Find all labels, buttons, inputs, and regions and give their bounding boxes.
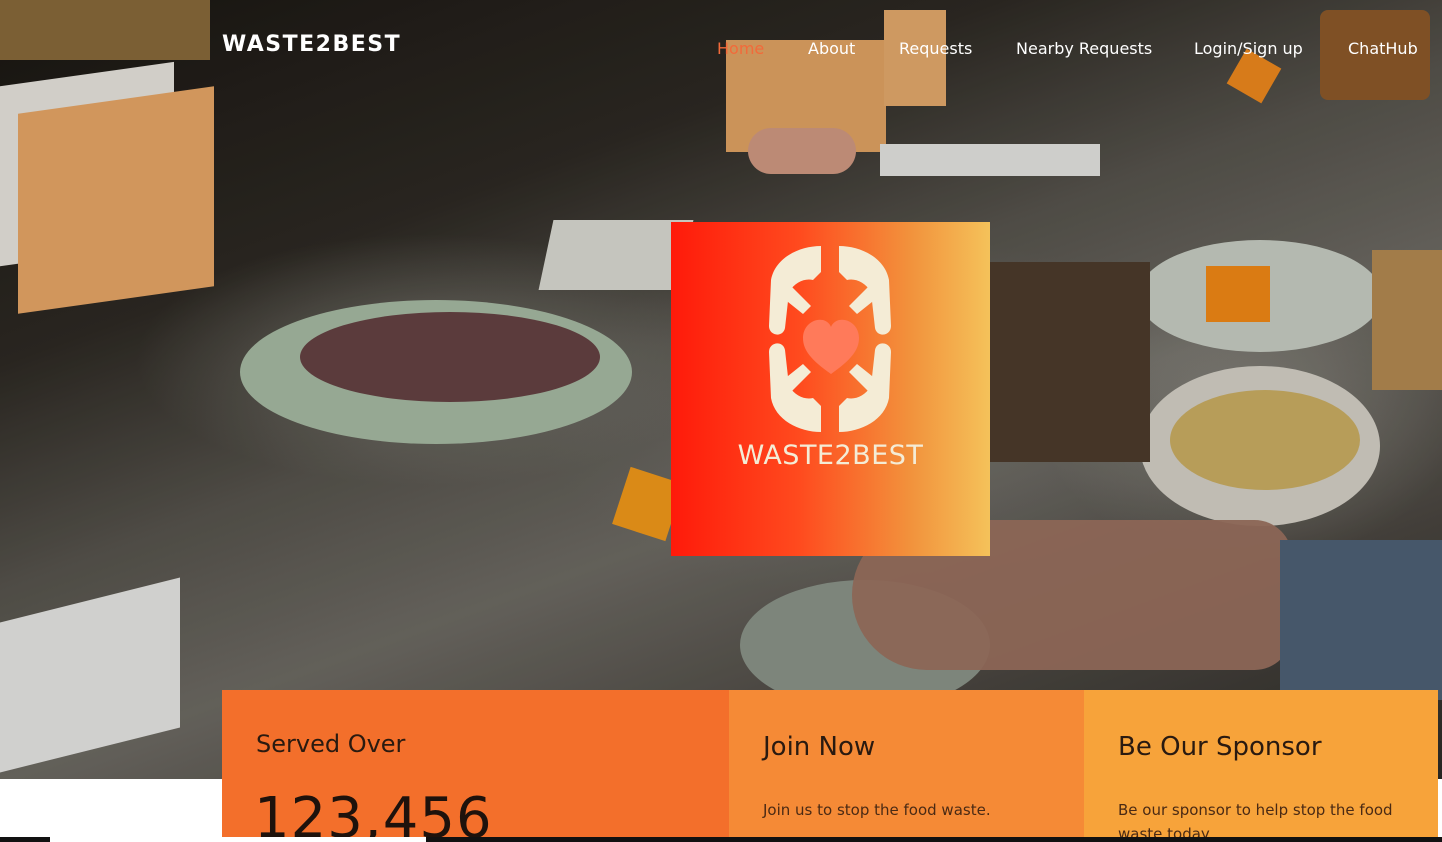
served-over-label: Served Over: [256, 730, 406, 758]
hero-logo: WASTE2BEST: [671, 222, 990, 556]
nav-requests[interactable]: Requests: [899, 39, 972, 58]
main-nav: Home About Requests Nearby Requests Logi…: [0, 39, 1442, 63]
nav-about[interactable]: About: [808, 39, 855, 58]
sponsor-card[interactable]: Be Our Sponsor Be our sponsor to help st…: [1084, 690, 1438, 842]
join-now-text: Join us to stop the food waste.: [763, 801, 991, 819]
hands-heart-icon: [769, 246, 891, 432]
nav-chathub[interactable]: ChatHub: [1348, 39, 1418, 58]
nav-home[interactable]: Home: [717, 39, 764, 58]
logo-wordmark: WASTE2BEST: [737, 440, 924, 471]
nav-login-signup[interactable]: Login/Sign up: [1194, 39, 1303, 58]
join-now-title[interactable]: Join Now: [763, 732, 875, 762]
join-now-card[interactable]: Join Now Join us to stop the food waste.: [729, 690, 1084, 842]
bottom-strip-segment: [50, 837, 426, 842]
sponsor-title[interactable]: Be Our Sponsor: [1118, 732, 1322, 762]
served-count: 123,456: [254, 786, 493, 842]
served-over-card: Served Over 123,456: [222, 690, 729, 842]
nav-nearby-requests[interactable]: Nearby Requests: [1016, 39, 1152, 58]
bottom-strip: [0, 837, 1442, 842]
sponsor-text: Be our sponsor to help stop the food was…: [1118, 801, 1393, 842]
